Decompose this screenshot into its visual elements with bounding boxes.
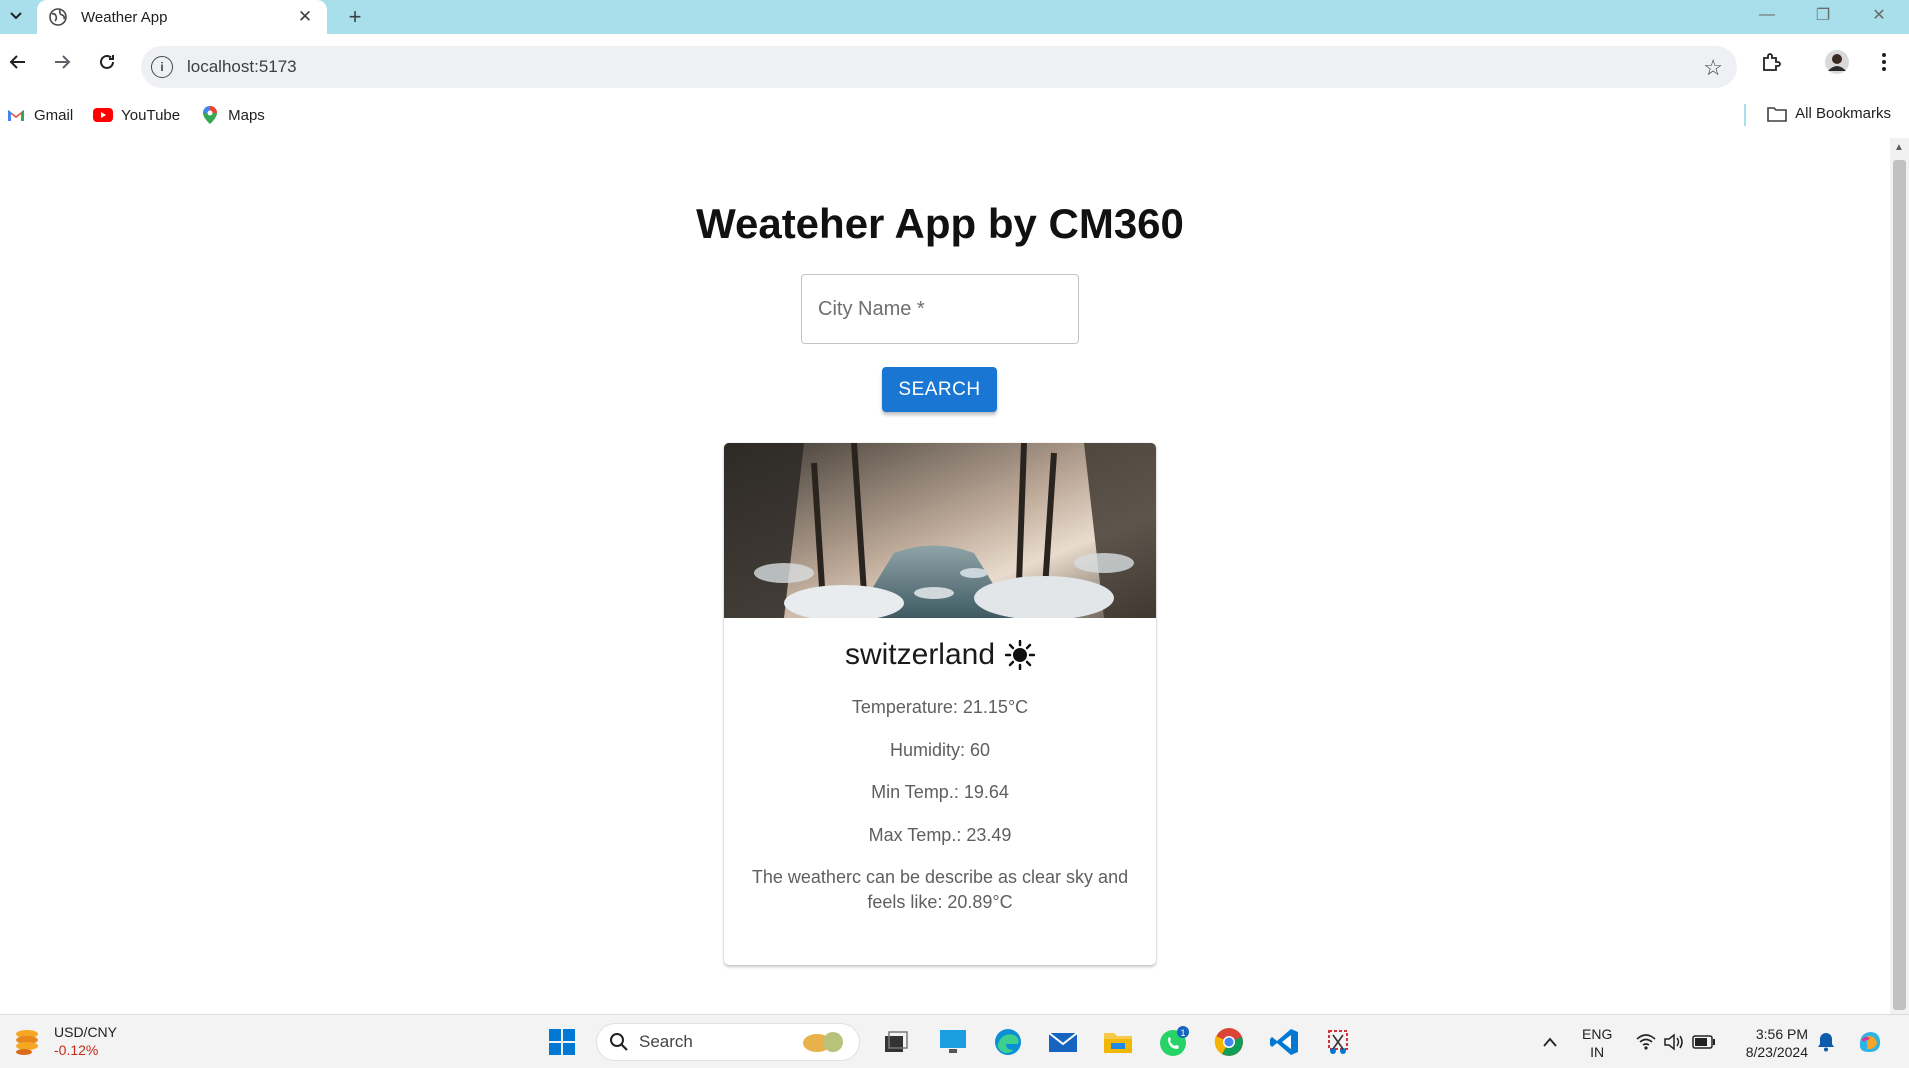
tab-title: Weather App (81, 8, 168, 26)
taskbar-search-label: Search (639, 1032, 693, 1051)
task-view-icon[interactable] (878, 1024, 914, 1060)
back-button[interactable] (2, 46, 34, 78)
snipping-tool-icon[interactable] (1320, 1024, 1356, 1060)
extensions-icon[interactable] (1755, 46, 1787, 78)
chevron-up-icon (1543, 1037, 1557, 1047)
clock-date: 8/23/2024 (1745, 1044, 1808, 1060)
maps-icon (200, 106, 220, 124)
mail-icon[interactable] (1045, 1024, 1081, 1060)
all-bookmarks-label: All Bookmarks (1795, 105, 1891, 122)
url-text[interactable]: localhost:5173 (187, 57, 297, 77)
whatsapp-badge: 1 (1180, 1028, 1185, 1038)
youtube-icon (93, 107, 114, 123)
snowy-forest-river-image (724, 443, 1156, 621)
bookmark-label: YouTube (121, 106, 181, 124)
search-button[interactable]: SEARCH (882, 367, 997, 412)
screen: Weather App ✕ + — ❐ ✕ i localhost:5173 ☆ (0, 0, 1909, 1068)
city-name: switzerland (844, 638, 996, 671)
close-window-icon[interactable]: ✕ (1851, 0, 1907, 30)
back-arrow-icon (9, 55, 25, 69)
bookmark-maps[interactable]: Maps (200, 106, 265, 124)
region-label: IN (1590, 1044, 1605, 1060)
browser-toolbar: i localhost:5173 ☆ Gmail YouTube Maps Al… (0, 34, 1909, 136)
city-name-input[interactable] (818, 297, 1058, 321)
tab-search-dropdown[interactable] (4, 4, 28, 28)
address-bar[interactable]: i localhost:5173 ☆ (141, 46, 1737, 88)
humidity-text: Humidity: 60 (889, 740, 991, 760)
menu-kebab-icon[interactable] (1868, 46, 1900, 78)
page-title: Weateher App by CM360 (696, 200, 1184, 247)
gmail-icon (6, 107, 26, 123)
taskbar-search[interactable]: Search (596, 1023, 860, 1061)
temperature-text: Temperature: 21.15°C (851, 697, 1029, 717)
more-vert-icon (1882, 53, 1886, 71)
max-temp-text: Max Temp.: 23.49 (868, 825, 1012, 845)
forward-button[interactable] (46, 46, 78, 78)
reload-icon (100, 54, 114, 69)
desktop-app-icon[interactable] (935, 1024, 971, 1060)
language-indicator[interactable]: ENG IN (1582, 1025, 1612, 1061)
bookmarks-separator (1744, 104, 1746, 126)
web-page: Weateher App by CM360 SEARCH (0, 138, 1890, 1014)
vscode-icon[interactable] (1266, 1024, 1302, 1060)
site-info-icon[interactable]: i (151, 56, 173, 78)
show-hidden-icons[interactable] (1532, 1024, 1568, 1060)
weather-card: switzerland Temperature: 21.15°C Humidit… (724, 443, 1156, 965)
chrome-icon[interactable] (1211, 1024, 1247, 1060)
puzzle-icon (1763, 53, 1781, 71)
scroll-up-icon[interactable]: ▲ (1894, 142, 1904, 153)
tab-strip: Weather App ✕ + — ❐ ✕ (0, 0, 1909, 34)
battery-icon[interactable] (1686, 1024, 1722, 1060)
notifications-bell-icon[interactable] (1808, 1024, 1844, 1060)
reload-button[interactable] (91, 46, 123, 78)
language-label: ENG (1582, 1026, 1613, 1042)
clock[interactable]: 3:56 PM 8/23/2024 (1728, 1025, 1808, 1061)
coins-icon (16, 1030, 38, 1055)
stock-widget[interactable]: USD/CNY -0.12% (12, 1023, 117, 1059)
ticker-name: USD/CNY (54, 1024, 118, 1040)
globe-icon (49, 8, 67, 26)
windows-start-icon[interactable] (544, 1024, 580, 1060)
min-temp-text: Min Temp.: 19.64 (871, 782, 1009, 802)
clock-time: 3:56 PM (1755, 1026, 1808, 1042)
bookmark-gmail[interactable]: Gmail (6, 107, 73, 124)
sun-icon (1005, 640, 1036, 670)
city-name-field[interactable] (801, 274, 1079, 344)
new-tab-button[interactable]: + (342, 4, 368, 30)
close-tab-icon[interactable]: ✕ (295, 7, 315, 27)
weather-card-image (724, 443, 1156, 621)
bookmark-label: Maps (228, 106, 265, 124)
tab-weather-app[interactable]: Weather App ✕ (37, 0, 327, 34)
search-icon (610, 1033, 628, 1051)
taskbar: USD/CNY -0.12% Search 1 ENG IN 3:56 PM 8… (0, 1014, 1909, 1068)
scrollbar-thumb[interactable] (1893, 160, 1906, 1010)
bookmark-youtube[interactable]: YouTube (93, 107, 180, 124)
avatar-icon (1825, 50, 1849, 74)
weather-description-text: The weatherc can be describe as clear sk… (751, 867, 1129, 912)
weather-city-row: switzerland (724, 638, 1156, 672)
ticker-change: -0.12% (54, 1042, 99, 1058)
bookmark-star-icon[interactable]: ☆ (1703, 55, 1723, 81)
minimize-icon[interactable]: — (1739, 0, 1795, 30)
whatsapp-icon[interactable]: 1 (1156, 1024, 1192, 1060)
edge-browser-icon[interactable] (990, 1024, 1026, 1060)
file-explorer-icon[interactable] (1100, 1024, 1136, 1060)
folder-icon (1767, 106, 1787, 122)
restore-icon[interactable]: ❐ (1795, 0, 1851, 30)
page-scrollbar[interactable]: ▲ (1890, 138, 1909, 1014)
chevron-down-icon (10, 12, 22, 20)
all-bookmarks-button[interactable]: All Bookmarks (1767, 105, 1891, 122)
copilot-icon[interactable] (1852, 1024, 1888, 1060)
profile-avatar[interactable] (1821, 46, 1853, 78)
search-highlight-icon (803, 1032, 843, 1052)
bookmark-label: Gmail (34, 106, 74, 124)
forward-arrow-icon (55, 55, 71, 69)
bookmarks-bar: Gmail YouTube Maps All Bookmarks (0, 100, 1909, 130)
